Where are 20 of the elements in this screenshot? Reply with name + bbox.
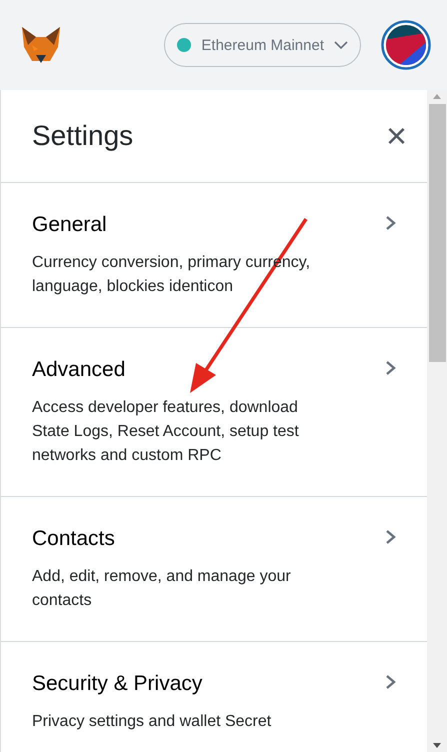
scrollbar[interactable]	[427, 90, 447, 752]
item-title: Advanced	[32, 358, 126, 382]
item-title: Security & Privacy	[32, 672, 204, 696]
fox-logo[interactable]	[20, 25, 62, 65]
item-title: Contacts	[32, 527, 116, 551]
account-avatar[interactable]	[381, 20, 431, 70]
chevron-right-icon	[385, 529, 397, 545]
chevron-down-icon	[334, 40, 348, 50]
scrollbar-thumb[interactable]	[428, 104, 446, 362]
settings-item[interactable]: Security & Privacy Privacy settings and wallet Secret	[1, 642, 427, 734]
settings-title: Settings	[32, 120, 134, 152]
item-description: Access developer features, download State Logs, Reset Account, setup test networks and custom RPC	[32, 398, 300, 466]
item-title: General	[32, 213, 108, 237]
item-description: Add, edit, remove, and manage your contacts	[32, 567, 292, 611]
chevron-right-icon	[385, 674, 397, 690]
item-description: Privacy settings and wallet Secret	[32, 712, 272, 732]
close-button[interactable]: ×	[386, 118, 407, 154]
network-selector[interactable]: Ethereum Mainnet	[164, 23, 361, 67]
chevron-right-icon	[385, 360, 397, 376]
chevron-right-icon	[385, 215, 397, 231]
